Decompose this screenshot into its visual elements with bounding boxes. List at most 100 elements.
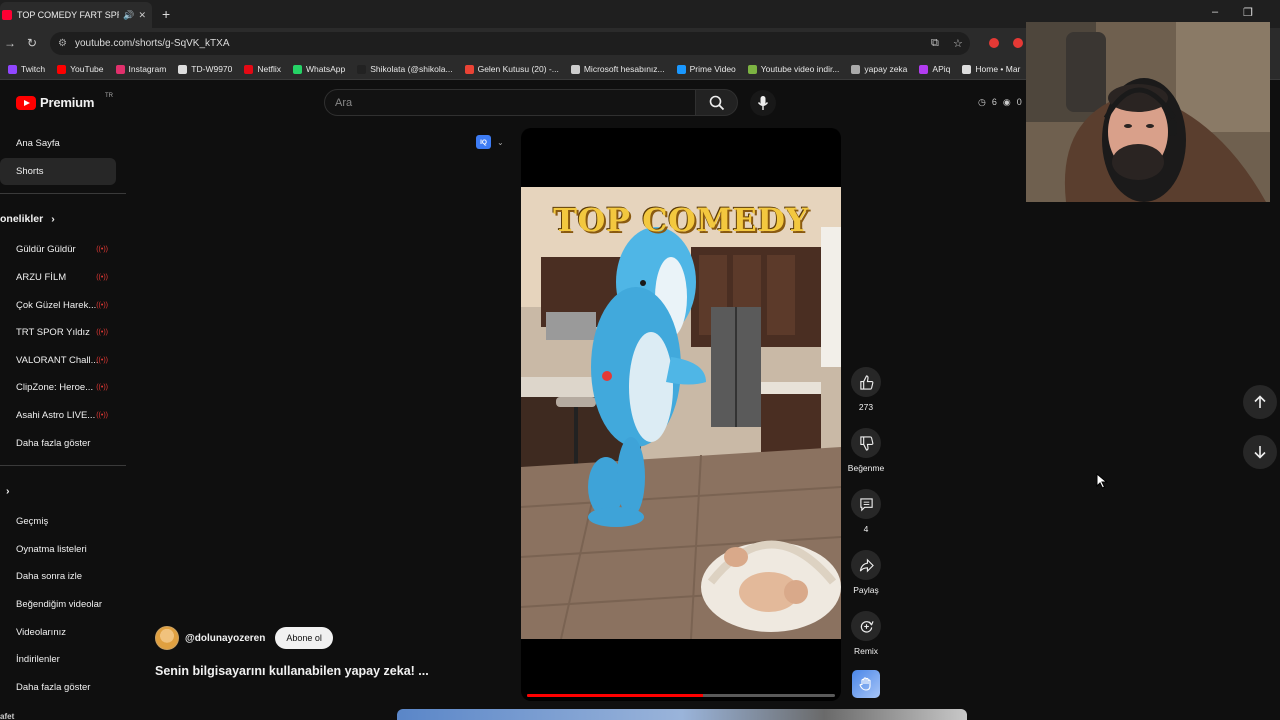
show-more-button[interactable]: Daha fazla göster bbox=[0, 429, 126, 457]
bookmark-label: Prime Video bbox=[689, 64, 736, 74]
bookmark-favicon-icon bbox=[57, 64, 67, 74]
bookmark-item[interactable]: YouTube bbox=[57, 64, 104, 74]
bookmark-label: WhatsApp bbox=[306, 64, 346, 74]
bookmark-item[interactable]: APiq bbox=[919, 64, 950, 74]
youtube-logo[interactable]: Premium TR bbox=[16, 93, 113, 110]
bookmark-item[interactable]: Gelen Kutusu (20) -... bbox=[464, 64, 559, 74]
bookmark-item[interactable]: Prime Video bbox=[676, 64, 736, 74]
sidebar-item-subscription[interactable]: Asahi Astro LIVE... ((•)) bbox=[0, 402, 126, 430]
sidebar-item-subscription[interactable]: ARZU FİLM ((•)) bbox=[0, 264, 126, 292]
you-section-header[interactable]: › bbox=[0, 474, 126, 508]
bookmark-item[interactable]: Netflix bbox=[244, 64, 281, 74]
site-info-icon[interactable]: ⚙ bbox=[58, 38, 67, 49]
bookmark-label: yapay zeka bbox=[864, 64, 908, 74]
dislike-button[interactable]: Beğenme bbox=[846, 428, 886, 473]
extension-chip[interactable]: IQ ⌄ bbox=[476, 135, 504, 149]
next-short-button[interactable] bbox=[1243, 435, 1277, 469]
video-progress-bar[interactable] bbox=[527, 694, 835, 697]
sidebar-item-subscription[interactable]: ClipZone: Heroe... ((•)) bbox=[0, 374, 126, 402]
sidebar-item-library[interactable]: Oynatma listeleri bbox=[0, 536, 126, 564]
bookmark-item[interactable]: WhatsApp bbox=[293, 64, 345, 74]
hand-icon bbox=[859, 677, 871, 691]
arrow-down-icon bbox=[1254, 446, 1266, 459]
bookmark-favicon-icon bbox=[676, 64, 686, 74]
bookmark-item[interactable]: yapay zeka bbox=[851, 64, 907, 74]
sidebar-item-home[interactable]: Ana Sayfa bbox=[0, 130, 126, 158]
sidebar-item-label: Ana Sayfa bbox=[16, 138, 60, 150]
dislike-label: Beğenme bbox=[847, 463, 885, 473]
short-video[interactable]: TOP COMEDY bbox=[521, 187, 841, 639]
sidebar-item-subscription[interactable]: Çok Güzel Harek... ((•)) bbox=[0, 291, 126, 319]
subscribe-button[interactable]: Abone ol bbox=[275, 627, 333, 649]
mouse-cursor-icon bbox=[1096, 473, 1108, 489]
sidebar-item-shorts[interactable]: Shorts bbox=[0, 157, 116, 186]
bookmark-item[interactable]: Microsoft hesabınız... bbox=[570, 64, 665, 74]
minimize-icon[interactable]: – bbox=[1212, 6, 1218, 18]
sidebar-item-label: Asahi Astro LIVE... bbox=[16, 410, 96, 422]
bookmark-favicon-icon bbox=[8, 64, 17, 74]
tab-title: TOP COMEDY FART SPRAY bbox=[17, 10, 119, 20]
share-button[interactable]: Paylaş bbox=[846, 550, 886, 595]
url-text: youtube.com/shorts/g-SqVK_kTXA bbox=[74, 38, 230, 49]
sidebar-item-subscription[interactable]: Güldür Güldür ((•)) bbox=[0, 236, 126, 264]
youtube-favicon-icon bbox=[2, 10, 12, 20]
bookmark-item[interactable]: Home • Mar bbox=[962, 64, 1020, 74]
bookmark-favicon-icon bbox=[464, 64, 474, 74]
voice-search-button[interactable] bbox=[750, 90, 776, 116]
sidebar-item-library[interactable]: Daha sonra izle bbox=[0, 563, 126, 591]
sidebar-item-label: Shorts bbox=[16, 165, 44, 177]
remix-button[interactable]: Remix bbox=[846, 611, 886, 656]
install-app-icon[interactable]: ⧉ bbox=[931, 37, 939, 50]
search-box bbox=[324, 89, 696, 116]
channel-row: @dolunayozeren Abone ol bbox=[155, 626, 333, 650]
new-tab-icon[interactable]: + bbox=[162, 6, 170, 22]
sound-thumbnail[interactable] bbox=[852, 670, 880, 698]
search-button[interactable] bbox=[695, 89, 738, 116]
sidebar-item-library[interactable]: Beğendiğim videolar bbox=[0, 591, 126, 619]
browser-tab[interactable]: TOP COMEDY FART SPRAY 🔊 ✕ bbox=[0, 2, 152, 28]
extension-icon[interactable] bbox=[989, 38, 999, 48]
subscriptions-header[interactable]: onelikler › bbox=[0, 202, 126, 236]
sidebar-item-label: ClipZone: Heroe... bbox=[16, 382, 94, 394]
speaker-icon[interactable]: 🔊 bbox=[123, 10, 134, 21]
sidebar-item-subscription[interactable]: TRT SPOR Yıldız ((•)) bbox=[0, 319, 126, 347]
forward-icon[interactable]: → bbox=[4, 36, 16, 50]
reload-icon[interactable]: ↻ bbox=[27, 36, 37, 50]
sidebar-item-label: Güldür Güldür bbox=[16, 244, 76, 256]
show-more-button[interactable]: Daha fazla göster bbox=[0, 674, 126, 702]
previous-short-button[interactable] bbox=[1243, 385, 1277, 419]
channel-avatar[interactable] bbox=[155, 626, 179, 650]
sidebar-item-label: VALORANT Chall... bbox=[16, 354, 99, 366]
remix-icon bbox=[851, 611, 881, 641]
maximize-icon[interactable]: ❐ bbox=[1243, 6, 1253, 19]
like-count: 273 bbox=[858, 402, 874, 412]
short-title[interactable]: Senin bilgisayarını kullanabilen yapay z… bbox=[155, 664, 429, 678]
sidebar-item-library[interactable]: İndirilenler bbox=[0, 646, 126, 674]
next-short-preview[interactable] bbox=[397, 709, 967, 720]
search-input[interactable] bbox=[335, 96, 695, 109]
sidebar-item-label: Daha sonra izle bbox=[16, 571, 83, 583]
comments-button[interactable]: 4 bbox=[846, 489, 886, 534]
bookmark-star-icon[interactable]: ☆ bbox=[953, 37, 963, 50]
bookmark-item[interactable]: Youtube video indir... bbox=[747, 64, 839, 74]
close-tab-icon[interactable]: ✕ bbox=[138, 10, 146, 21]
bookmark-item[interactable]: Shikolata (@shikola... bbox=[357, 64, 453, 74]
like-button[interactable]: 273 bbox=[846, 367, 886, 412]
thumbs-up-icon bbox=[851, 367, 881, 397]
url-field[interactable]: ⚙ youtube.com/shorts/g-SqVK_kTXA bbox=[50, 32, 970, 55]
microphone-icon bbox=[757, 96, 769, 110]
channel-handle[interactable]: @dolunayozeren bbox=[185, 633, 265, 644]
bookmark-item[interactable]: TD-W9970 bbox=[178, 64, 232, 74]
bookmark-favicon-icon bbox=[962, 64, 972, 74]
sidebar-item-label: Çok Güzel Harek... bbox=[16, 299, 97, 311]
arrow-up-icon bbox=[1254, 395, 1266, 408]
sidebar-item-library[interactable]: Videolarınız bbox=[0, 618, 126, 646]
sidebar-item-library[interactable]: Geçmiş bbox=[0, 508, 126, 536]
subscriptions-list: Güldür Güldür ((•)) ARZU FİLM ((•)) Çok Güze… bbox=[0, 236, 126, 429]
bookmark-label: APiq bbox=[932, 64, 951, 74]
extension-icon[interactable] bbox=[1013, 38, 1023, 48]
bookmark-item[interactable]: Twitch bbox=[8, 64, 45, 74]
live-indicator-icon: ((•)) bbox=[96, 329, 108, 337]
bookmark-item[interactable]: Instagram bbox=[115, 64, 166, 74]
sidebar-item-subscription[interactable]: VALORANT Chall... ((•)) bbox=[0, 347, 126, 375]
